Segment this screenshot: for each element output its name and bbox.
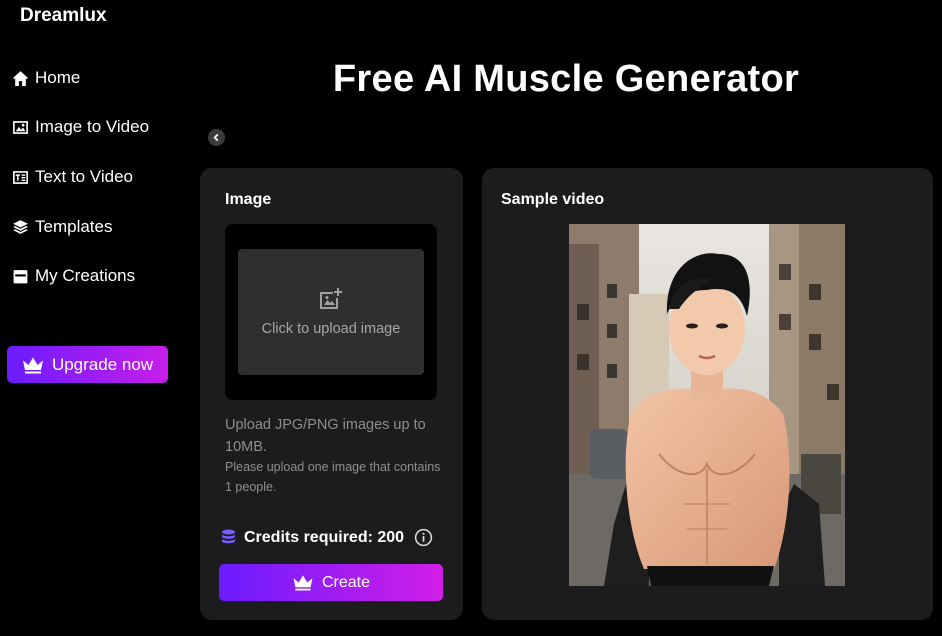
sidebar-item-label: Templates <box>35 217 113 236</box>
sample-video-frame <box>569 224 845 586</box>
sidebar-item-label: Text to Video <box>35 167 133 186</box>
home-icon <box>13 70 28 86</box>
sample-video[interactable] <box>569 224 845 586</box>
crown-icon <box>22 357 43 373</box>
add-image-icon <box>320 288 342 309</box>
collapse-sidebar-button[interactable] <box>208 129 225 146</box>
folder-icon <box>13 269 28 283</box>
upgrade-label: Upgrade now <box>51 354 154 374</box>
sidebar-item-my-creations[interactable]: My Creations <box>12 266 135 286</box>
create-button[interactable]: Create <box>219 564 443 601</box>
crown-icon <box>293 575 313 591</box>
sidebar-item-label: My Creations <box>35 266 136 285</box>
sidebar-item-label: Home <box>35 68 81 87</box>
create-label: Create <box>321 573 371 591</box>
chevron-left-icon <box>213 133 219 142</box>
upload-label: Click to upload image <box>261 321 401 337</box>
sidebar-item-text-to-video[interactable]: Text to Video <box>12 167 133 187</box>
text-video-icon <box>13 170 28 184</box>
layers-icon <box>13 219 28 234</box>
sidebar-item-home[interactable]: Home <box>12 68 80 88</box>
sidebar-item-label: Image to Video <box>35 117 150 136</box>
sidebar-item-image-to-video[interactable]: Image to Video <box>12 117 149 137</box>
upload-hint-primary: Upload JPG/PNG images up to 10MB. <box>225 417 426 455</box>
sidebar: Home Image to Video Text to Video Templa… <box>0 0 195 636</box>
credits-label: Credits required: 200 <box>244 528 405 546</box>
info-icon[interactable] <box>414 528 433 547</box>
image-icon <box>13 120 28 134</box>
sample-panel: Sample video <box>482 168 933 620</box>
image-panel: Image Click to upload image Upload JPG/P… <box>200 168 463 620</box>
upload-dropzone[interactable]: Click to upload image <box>238 249 424 375</box>
sample-panel-title: Sample video <box>501 191 605 208</box>
upload-hint-secondary: Please upload one image that contains 1 … <box>225 460 441 494</box>
sidebar-item-templates[interactable]: Templates <box>12 217 112 237</box>
credits-required: Credits required: 200 <box>221 528 433 547</box>
upload-frame: Click to upload image <box>225 224 437 400</box>
page-title: Free AI Muscle Generator <box>332 58 800 100</box>
image-panel-title: Image <box>225 191 272 208</box>
upgrade-button[interactable]: Upgrade now <box>7 346 168 383</box>
coins-icon <box>222 529 235 544</box>
